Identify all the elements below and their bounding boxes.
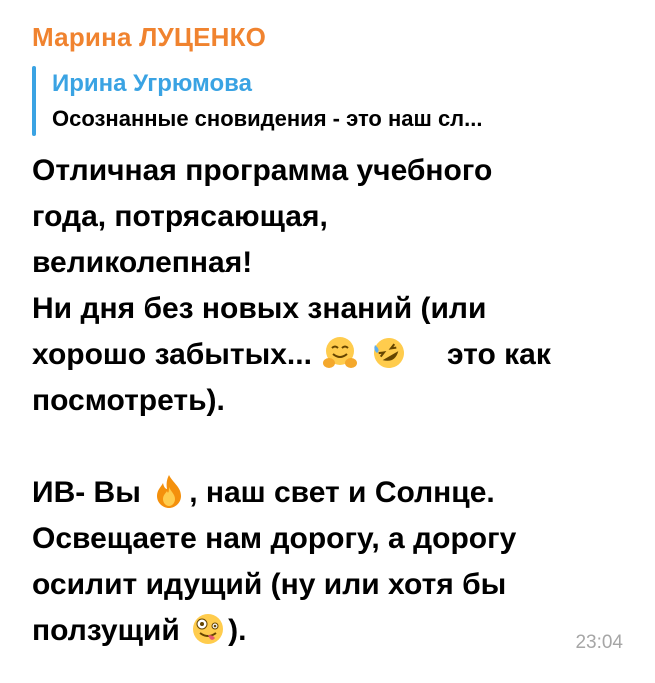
sender-name[interactable]: Марина ЛУЦЕНКО <box>32 22 266 53</box>
message-line: Освещаете нам дорогу, а дорогу <box>32 522 517 555</box>
rofl-emoji <box>373 338 404 369</box>
fire-emoji <box>157 475 182 509</box>
message-text: Отличная программа учебного года, потряс… <box>32 148 632 654</box>
message-bubble[interactable]: Марина ЛУЦЕНКО Ирина Угрюмова Осознанные… <box>0 0 655 683</box>
message-line: Отличная программа учебного <box>32 154 493 187</box>
message-line: осилит идущий (ну или хотя бы <box>32 568 507 601</box>
message-line: Ни дня без новых знаний (или <box>32 292 487 325</box>
reply-text: Осознанные сновидения - это наш сл... <box>52 106 483 131</box>
message-line: великолепная! <box>32 246 253 279</box>
reply-author: Ирина Угрюмова <box>52 70 252 97</box>
message-line: ползущий ). <box>32 608 632 654</box>
message-timestamp: 23:04 <box>575 632 623 653</box>
message-line: года, потрясающая, <box>32 200 328 233</box>
message-line: посмотреть). <box>32 384 225 417</box>
message-line: ИВ- Вы , наш свет и Солнце. <box>32 470 632 516</box>
reply-accent-bar <box>32 66 36 136</box>
zany-face-emoji <box>193 614 224 645</box>
hugging-face-emoji <box>323 337 358 369</box>
reply-quote[interactable]: Ирина Угрюмова Осознанные сновидения - э… <box>32 66 632 136</box>
